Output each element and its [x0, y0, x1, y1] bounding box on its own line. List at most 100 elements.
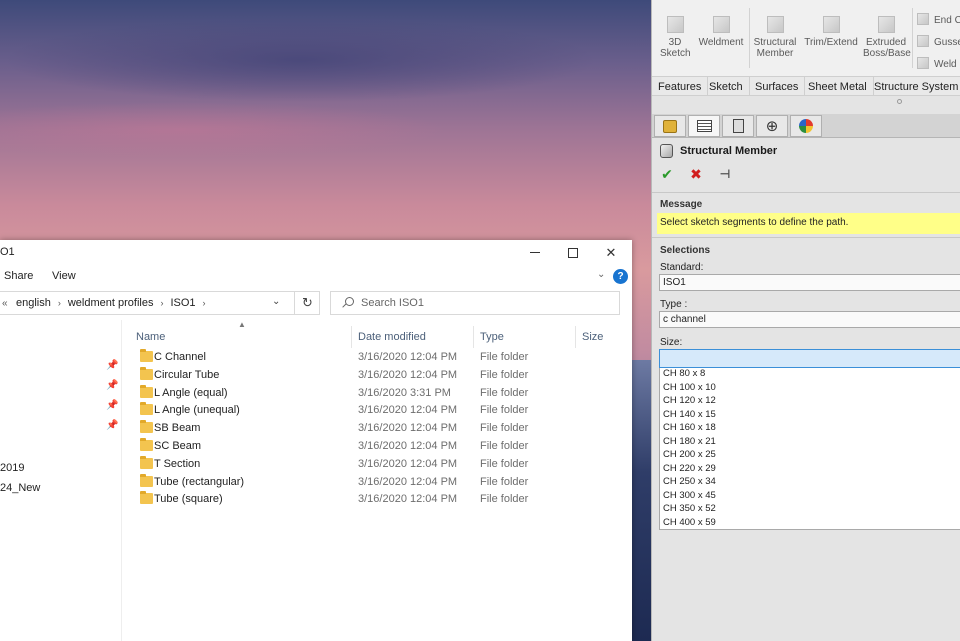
column-header-date-modified[interactable]: Date modified	[352, 326, 474, 348]
search-input[interactable]	[361, 297, 601, 309]
size-option[interactable]: CH 100 x 10	[663, 382, 716, 393]
folder-icon	[140, 420, 153, 434]
folder-icon	[140, 473, 153, 487]
extruded-boss-base-button[interactable]: Extruded Boss/Base	[863, 16, 911, 59]
close-button[interactable]: ✕	[592, 240, 630, 265]
gusset-button[interactable]: Gusse	[917, 35, 960, 48]
size-option[interactable]: CH 160 x 18	[663, 422, 716, 433]
weldment-button[interactable]: Weldment	[696, 16, 746, 48]
3d-sketch-button[interactable]: 3D Sketch	[660, 16, 691, 59]
gusset-icon	[917, 35, 929, 47]
explorer-ribbon-menu: Share View ⌄ ?	[0, 265, 632, 289]
tab-sheet-metal[interactable]: Sheet Metal	[802, 77, 874, 96]
file-type: File folder	[480, 457, 529, 470]
column-header-name[interactable]: Name	[130, 326, 352, 348]
appearance-sphere-icon	[799, 119, 813, 133]
file-type: File folder	[480, 475, 529, 488]
tab-features[interactable]: Features	[652, 77, 709, 96]
size-option[interactable]: CH 220 x 29	[663, 463, 716, 474]
cancel-x-icon[interactable]: ✖	[687, 166, 705, 182]
solidworks-panel: 3D Sketch Weldment Structural Member Tri…	[651, 0, 960, 641]
breadcrumb-english[interactable]: english	[16, 297, 51, 309]
menu-share[interactable]: Share	[4, 270, 33, 282]
explorer-titlebar[interactable]: O1 ✕	[0, 240, 632, 265]
panel-resize-grip-icon[interactable]	[897, 99, 902, 104]
folder-row[interactable]: L Angle (equal) 3/16/2020 3:31 PM File fol…	[130, 384, 630, 402]
nav-item-24-new[interactable]: 24_New	[0, 482, 40, 494]
folder-row[interactable]: Circular Tube 3/16/2020 12:04 PM File fold…	[130, 366, 630, 384]
column-header-size[interactable]: Size	[576, 326, 626, 348]
pin-icon[interactable]: 📌	[106, 420, 118, 431]
search-box[interactable]	[330, 291, 620, 315]
folder-row[interactable]: Tube (rectangular) 3/16/2020 12:04 PM File…	[130, 473, 630, 491]
end-cap-icon	[917, 13, 929, 25]
breadcrumb-weldment-profiles[interactable]: weldment profiles	[68, 297, 154, 309]
standard-select[interactable]: ISO1	[659, 274, 960, 291]
weld-bead-icon	[917, 57, 929, 69]
size-option[interactable]: CH 350 x 52	[663, 503, 716, 514]
ribbon-expand-chevron-icon[interactable]: ⌄	[597, 269, 605, 280]
pin-icon[interactable]: 📌	[106, 380, 118, 391]
maximize-button[interactable]	[554, 240, 592, 265]
structural-member-icon	[766, 16, 784, 33]
size-option[interactable]: CH 180 x 21	[663, 436, 716, 447]
size-select[interactable]	[659, 349, 960, 368]
minimize-button[interactable]	[516, 240, 554, 265]
property-manager-actions: ✔ ✖ ⊣	[658, 166, 745, 182]
history-overflow-icon[interactable]: «	[0, 298, 16, 309]
size-option[interactable]: CH 400 x 59	[663, 517, 716, 528]
keep-visible-pin-icon[interactable]: ⊣	[716, 166, 734, 182]
crosshair-icon: ⊕	[765, 117, 779, 135]
structural-member-button[interactable]: Structural Member	[752, 16, 798, 59]
size-option[interactable]: CH 250 x 34	[663, 476, 716, 487]
folder-row[interactable]: SC Beam 3/16/2020 12:04 PM File folder	[130, 437, 630, 455]
folder-icon	[140, 384, 153, 398]
breadcrumb-separator-icon[interactable]: ›	[160, 298, 163, 308]
tab-structure-system[interactable]: Structure System	[868, 77, 960, 96]
trim-extend-button[interactable]: Trim/Extend	[803, 16, 859, 48]
file-name: L Angle (unequal)	[154, 404, 240, 417]
breadcrumb-separator-icon[interactable]: ›	[58, 298, 61, 308]
dimxpert-manager-tab[interactable]: ⊕	[756, 115, 788, 137]
message-section-title[interactable]: Message	[660, 199, 702, 210]
weld-bead-button[interactable]: Weld	[917, 57, 957, 70]
size-option[interactable]: CH 300 x 45	[663, 490, 716, 501]
tab-sketch[interactable]: Sketch	[703, 77, 750, 96]
size-option[interactable]: CH 120 x 12	[663, 395, 716, 406]
folder-row[interactable]: SB Beam 3/16/2020 12:04 PM File folder	[130, 419, 630, 437]
size-option[interactable]: CH 140 x 15	[663, 409, 716, 420]
nav-item-2019[interactable]: 2019	[0, 462, 24, 474]
refresh-icon[interactable]: ↻	[294, 292, 320, 314]
address-dropdown-icon[interactable]: ⌄	[272, 296, 280, 307]
configuration-manager-tab[interactable]	[722, 115, 754, 137]
file-name: Tube (square)	[154, 493, 223, 506]
property-manager-tab[interactable]	[688, 115, 720, 137]
breadcrumb-separator-icon[interactable]: ›	[203, 298, 206, 308]
menu-view[interactable]: View	[52, 270, 76, 282]
feature-manager-tab[interactable]	[654, 115, 686, 137]
folder-row[interactable]: T Section 3/16/2020 12:04 PM File folder	[130, 455, 630, 473]
size-option[interactable]: CH 200 x 25	[663, 449, 716, 460]
end-cap-button[interactable]: End C	[917, 13, 960, 26]
file-type: File folder	[480, 440, 529, 452]
folder-row[interactable]: Tube (square) 3/16/2020 12:04 PM File fold…	[130, 490, 630, 508]
address-bar[interactable]: « english › weldment profiles › ISO1 › ⌄…	[0, 291, 320, 315]
selections-section-title[interactable]: Selections	[660, 245, 710, 256]
breadcrumb-iso1[interactable]: ISO1	[170, 297, 195, 309]
column-header-type[interactable]: Type	[474, 326, 576, 348]
display-manager-tab[interactable]	[790, 115, 822, 137]
type-label: Type :	[660, 299, 688, 310]
pin-icon[interactable]: 📌	[106, 400, 118, 411]
size-option[interactable]: CH 80 x 8	[663, 368, 705, 379]
help-icon[interactable]: ?	[613, 269, 628, 284]
folder-row[interactable]: L Angle (unequal) 3/16/2020 12:04 PM File …	[130, 401, 630, 419]
file-type: File folder	[480, 404, 529, 417]
folder-row[interactable]: C Channel 3/16/2020 12:04 PM File folder	[130, 348, 630, 366]
ok-checkmark-icon[interactable]: ✔	[658, 166, 676, 182]
type-select[interactable]: c channel	[659, 311, 960, 328]
file-date-modified: 3/16/2020 12:04 PM	[358, 422, 458, 435]
pin-icon[interactable]: 📌	[106, 360, 118, 371]
tab-surfaces[interactable]: Surfaces	[749, 77, 806, 96]
size-dropdown-list: CH 80 x 8 CH 100 x 10 CH 120 x 12 CH 140 x …	[659, 368, 960, 530]
file-list: ▲ Name Date modified Type Size C Channel…	[130, 320, 632, 641]
